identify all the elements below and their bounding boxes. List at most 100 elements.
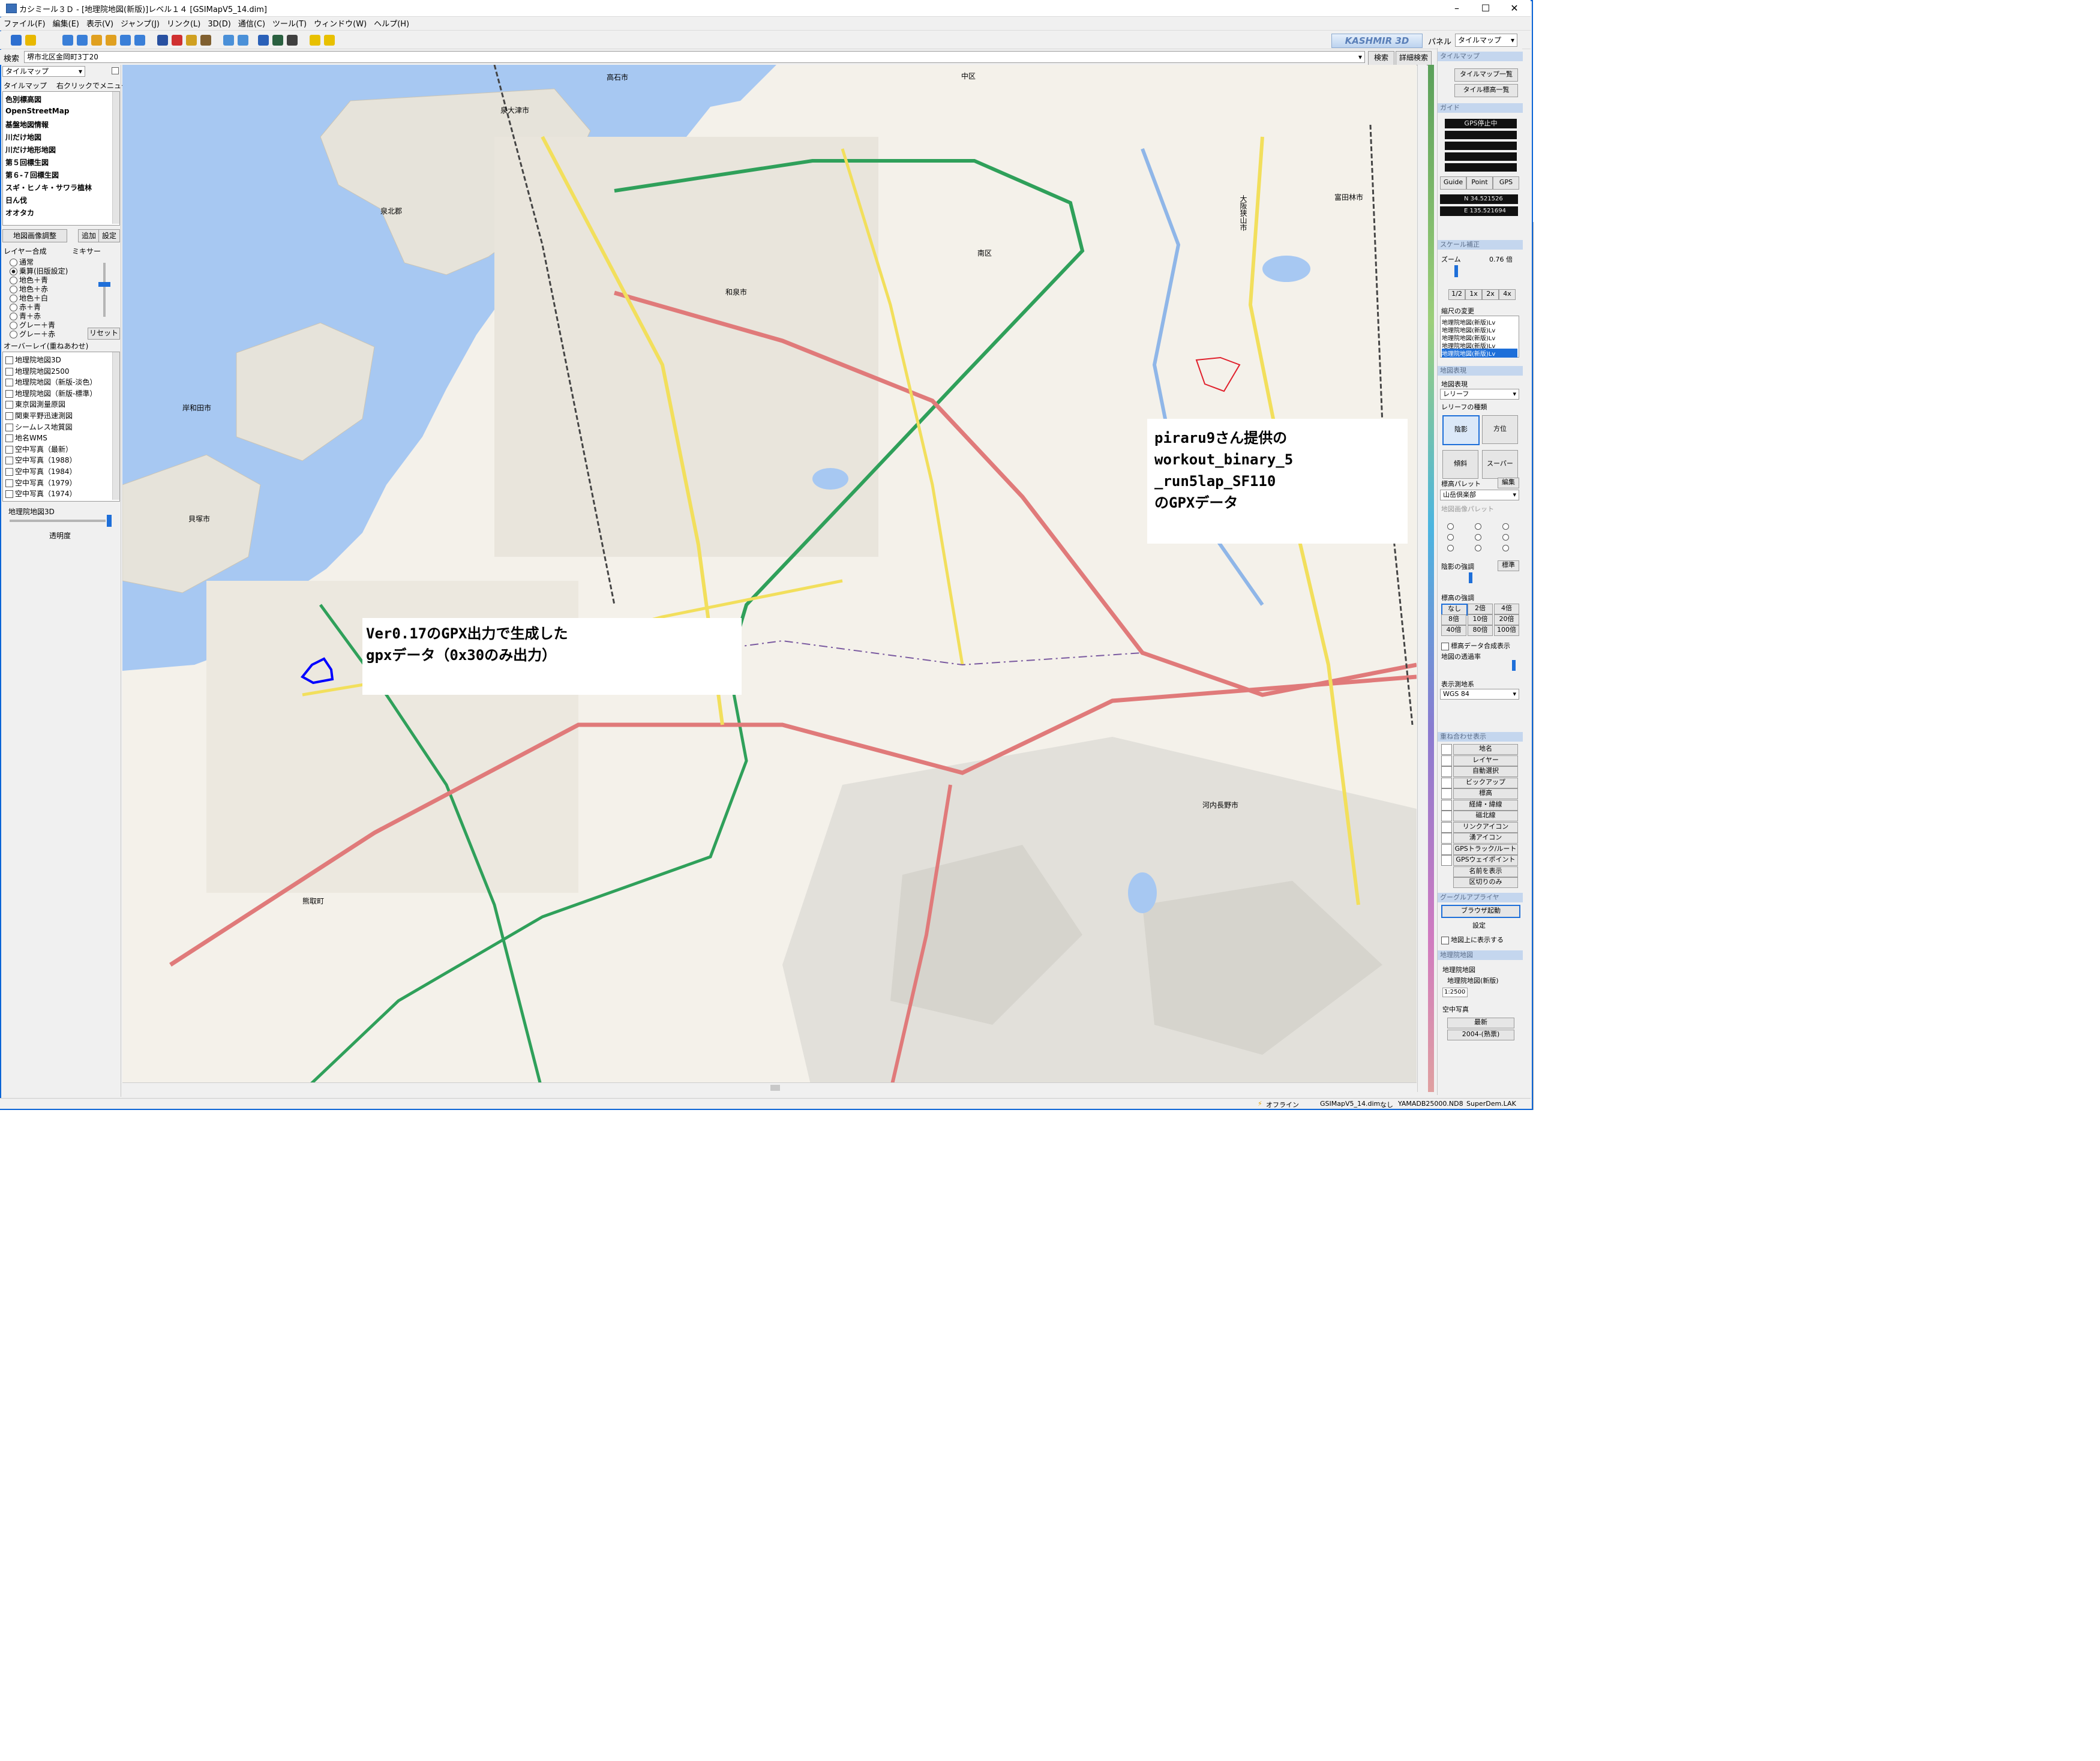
google-section-header[interactable]: グーグルアプライヤ — [1438, 893, 1523, 902]
gpx-track-red[interactable] — [1195, 356, 1241, 392]
show-on-map-checkbox[interactable]: 地図上に表示する — [1441, 935, 1504, 944]
tile-elevation-list-button[interactable]: タイル標高一覧 — [1454, 84, 1518, 97]
gps-tab[interactable]: GPS — [1493, 176, 1519, 190]
overlay-item[interactable]: 地理院地図2500 — [5, 366, 70, 376]
tilemap-list-button[interactable]: タイルマップ一覧 — [1454, 68, 1518, 82]
elevation-data-checkbox[interactable]: 標高データ合成表示 — [1441, 641, 1510, 650]
zoom-out-icon[interactable] — [106, 35, 116, 46]
elevation-emphasis-button[interactable]: 40倍 — [1441, 625, 1466, 636]
palette-radio[interactable] — [1502, 523, 1509, 530]
calculator-icon[interactable] — [272, 35, 283, 46]
zoom-preset-button[interactable]: 1/2 — [1448, 289, 1465, 300]
overlay-toggle-button[interactable]: ビックアップ — [1453, 777, 1518, 788]
overlay-item[interactable]: 東京図測量原図 — [5, 399, 65, 409]
overlay-item[interactable]: 地名WMS — [5, 433, 47, 443]
menu-tools[interactable]: ツール(T) — [269, 18, 310, 31]
overlay-toggle-icon[interactable] — [1441, 799, 1452, 811]
overlay-item[interactable]: 関東平野迅速測図 — [5, 410, 73, 421]
overlay-toggle-button[interactable]: 湧アイコン — [1453, 833, 1518, 844]
menu-file[interactable]: ファイル(F) — [0, 18, 49, 31]
map-canvas[interactable] — [122, 65, 1417, 1092]
elevation-emphasis-button[interactable]: 100倍 — [1494, 625, 1519, 636]
elevation-emphasis-button[interactable]: 10倍 — [1468, 614, 1493, 625]
tilemap-section-header[interactable]: タイルマップ — [1438, 52, 1523, 61]
menu-link[interactable]: リンク(L) — [163, 18, 204, 31]
help-icon[interactable] — [310, 35, 320, 46]
shade-standard-button[interactable]: 標準 — [1498, 560, 1519, 571]
menu-help[interactable]: ヘルプ(H) — [370, 18, 413, 31]
tile-settings-button[interactable]: 設定 — [98, 229, 120, 242]
overlay-toggle-icon[interactable] — [1441, 766, 1452, 777]
overlay-section-header[interactable]: 重ね合わせ表示 — [1438, 732, 1523, 742]
layer-option[interactable]: グレー＋赤 — [10, 329, 55, 339]
gps-icon[interactable] — [172, 35, 182, 46]
minimize-button[interactable]: – — [1443, 0, 1471, 17]
overlay-toggle-icon[interactable] — [1441, 744, 1452, 755]
close-button[interactable]: ✕ — [1501, 0, 1528, 17]
zoom-slider[interactable] — [1454, 265, 1458, 277]
overlay-item[interactable]: 地理院地図（新版-標準） — [5, 388, 97, 398]
reset-button[interactable]: リセット — [88, 328, 120, 340]
tile-list-item[interactable]: 川だけ地図 — [5, 132, 41, 142]
menu-comm[interactable]: 通信(C) — [235, 18, 269, 31]
overlay-toggle-button[interactable]: GPSトラック/ルート — [1453, 844, 1518, 855]
overlay-item[interactable]: 地理院地図3D — [5, 355, 61, 365]
refresh-icon[interactable] — [120, 35, 131, 46]
upload-icon[interactable] — [11, 35, 22, 46]
tile-list-item[interactable]: オオタカ — [5, 208, 34, 218]
mixer-slider[interactable] — [98, 282, 110, 287]
menu-view[interactable]: 表示(V) — [83, 18, 117, 31]
map-view[interactable]: 中区 南区 泉北郡 高石市 泉大津市 岸和田市 貝塚市 熊取町 和泉市 大阪狭山… — [122, 65, 1417, 1092]
gsi-scale-field[interactable]: 1:2500 — [1442, 988, 1468, 997]
tile-list-item[interactable]: スギ・ヒノキ・サワラ植林 — [5, 182, 92, 193]
elevation-emphasis-button[interactable]: 8倍 — [1441, 614, 1466, 625]
tile-list[interactable]: 色別標高図 OpenStreetMap 基盤地図情報 川だけ地図 川だけ地形地図 第５回標… — [2, 91, 120, 226]
tile-list-item[interactable]: 色別標高図 — [5, 94, 41, 104]
overlay-item[interactable]: 地理院地図（新版-淡色） — [5, 377, 97, 387]
relief-type-button[interactable]: 方位 — [1482, 415, 1518, 444]
browser-launch-button[interactable]: ブラウザ起動 — [1441, 905, 1520, 918]
overlay-toggle-button[interactable]: 名前を表示 — [1453, 866, 1518, 877]
maximize-button[interactable]: ☐ — [1472, 0, 1499, 17]
overlay-toggle-button[interactable]: リンクアイコン — [1453, 821, 1518, 833]
palette-radio[interactable] — [1502, 545, 1509, 551]
palette-radio[interactable] — [1447, 534, 1454, 541]
search-button[interactable]: 検索 — [1368, 51, 1394, 65]
zoom-preset-button[interactable]: 1x — [1465, 289, 1482, 300]
tile-source-select[interactable]: タイルマップ ▾ — [2, 66, 85, 77]
elevation-emphasis-button[interactable]: 20倍 — [1494, 614, 1519, 625]
palette-radio[interactable] — [1475, 545, 1481, 551]
overlay-scrollbar[interactable] — [112, 352, 119, 500]
map-transparency-slider[interactable] — [1512, 660, 1516, 671]
elevation-emphasis-button[interactable]: 4倍 — [1494, 604, 1519, 614]
overlay-toggle-icon[interactable] — [1441, 855, 1452, 866]
save-icon[interactable] — [287, 35, 298, 46]
palette-radio[interactable] — [1447, 545, 1454, 551]
gsi-section-header[interactable]: 地理院地図 — [1438, 950, 1523, 960]
overlay-toggle-icon[interactable] — [1441, 755, 1452, 766]
palette-edit-button[interactable]: 編集 — [1498, 478, 1519, 488]
panel-pin-icon[interactable] — [112, 67, 119, 74]
shade-slider[interactable] — [1469, 572, 1472, 583]
pencil-icon[interactable] — [200, 35, 211, 46]
tile-list-item[interactable]: 第６-７回標生図 — [5, 170, 59, 180]
tile-list-scrollbar[interactable] — [112, 92, 119, 224]
tile-list-item[interactable]: OpenStreetMap — [5, 107, 69, 115]
overlay-item[interactable]: 空中写真（最新） — [5, 444, 73, 454]
home-icon[interactable] — [134, 35, 145, 46]
guide-section-header[interactable]: ガイド — [1438, 103, 1523, 113]
overlay-toggle-button[interactable]: 区切りのみ — [1453, 877, 1518, 888]
overlay-toggle-icon[interactable] — [1441, 821, 1452, 833]
zoom-in-icon[interactable] — [91, 35, 102, 46]
track-icon[interactable] — [223, 35, 234, 46]
overlay-toggle-icon[interactable] — [1441, 844, 1452, 855]
overlay-item[interactable]: 空中写真（1988） — [5, 455, 77, 465]
overlay-list[interactable]: 地理院地図3D 地理院地図2500 地理院地図（新版-淡色） 地理院地図（新版-標準）… — [2, 352, 120, 502]
overlay-item[interactable]: 空中写真（1984） — [5, 466, 77, 476]
relief-section-header[interactable]: 地図表現 — [1438, 366, 1523, 376]
relief-type-button[interactable]: スーパー — [1482, 450, 1518, 479]
route-icon[interactable] — [238, 35, 248, 46]
aerial-latest-button[interactable]: 最新 — [1447, 1018, 1514, 1028]
cloud-icon[interactable] — [186, 35, 197, 46]
context-help-icon[interactable] — [324, 35, 335, 46]
